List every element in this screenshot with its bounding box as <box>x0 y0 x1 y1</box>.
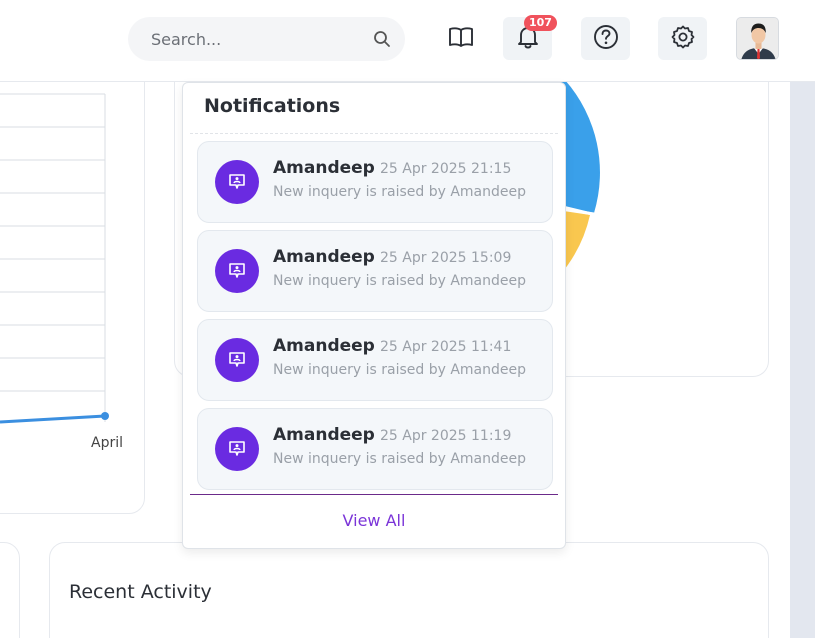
settings-button[interactable] <box>658 17 707 60</box>
avatar[interactable] <box>736 17 779 60</box>
notification-time: 25 Apr 2025 21:15 <box>380 161 512 177</box>
line-chart <box>0 93 109 424</box>
chart-x-label: April <box>91 435 123 451</box>
view-all-link[interactable]: View All <box>183 511 565 530</box>
notification-item[interactable]: Amandeep 25 Apr 2025 11:41 New inquery i… <box>197 319 553 401</box>
notification-sender: Amandeep <box>273 336 375 356</box>
notifications-title: Notifications <box>204 95 341 117</box>
notification-sender: Amandeep <box>273 425 375 445</box>
message-icon <box>215 427 259 471</box>
notification-item[interactable]: Amandeep 25 Apr 2025 11:19 New inquery i… <box>197 408 553 490</box>
search-input[interactable] <box>151 29 366 49</box>
message-icon <box>215 160 259 204</box>
notification-sender: Amandeep <box>273 247 375 267</box>
gear-icon <box>670 24 696 54</box>
docs-button[interactable] <box>436 17 485 60</box>
search-icon[interactable] <box>373 30 391 52</box>
notification-time: 25 Apr 2025 15:09 <box>380 250 512 266</box>
search-box[interactable] <box>128 17 405 61</box>
notification-item[interactable]: Amandeep 25 Apr 2025 21:15 New inquery i… <box>197 141 553 223</box>
notifications-button[interactable]: 107 <box>503 15 557 60</box>
scrollbar-track[interactable] <box>790 82 815 638</box>
notification-item[interactable]: Amandeep 25 Apr 2025 15:09 New inquery i… <box>197 230 553 312</box>
chart-data-point <box>101 412 109 420</box>
footer-divider <box>190 494 558 495</box>
notification-sender: Amandeep <box>273 158 375 178</box>
notification-message: New inquery is raised by Amandeep <box>273 362 527 378</box>
notification-message: New inquery is raised by Amandeep <box>273 273 527 289</box>
top-header: 107 <box>0 0 815 82</box>
message-icon <box>215 249 259 293</box>
chart-series-line <box>0 414 106 424</box>
message-icon <box>215 338 259 382</box>
recent-activity-title: Recent Activity <box>69 581 212 603</box>
notification-count-badge: 107 <box>524 15 557 31</box>
notification-time: 25 Apr 2025 11:19 <box>380 428 512 444</box>
divider <box>190 133 558 134</box>
notification-time: 25 Apr 2025 11:41 <box>380 339 512 355</box>
left-card <box>0 542 20 638</box>
book-icon <box>448 25 474 53</box>
help-button[interactable] <box>581 17 630 60</box>
notifications-dropdown: Notifications Amandeep 25 Apr 2025 21:15… <box>182 82 566 549</box>
notification-message: New inquery is raised by Amandeep <box>273 451 527 467</box>
help-icon <box>593 24 619 54</box>
notification-message: New inquery is raised by Amandeep <box>273 184 527 200</box>
